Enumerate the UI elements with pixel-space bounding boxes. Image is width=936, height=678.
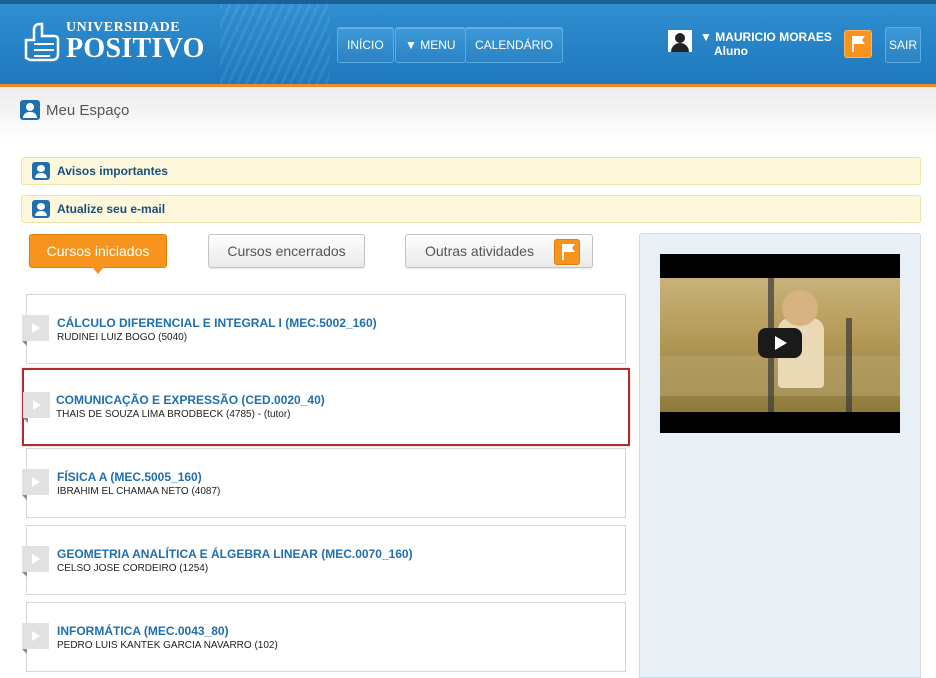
course-card[interactable]: INFORMÁTICA (MEC.0043_80) PEDRO LUIS KAN… bbox=[22, 602, 626, 672]
play-icon bbox=[22, 469, 49, 500]
course-title[interactable]: FÍSICA A (MEC.5005_160) bbox=[57, 470, 202, 484]
notice-label: Avisos importantes bbox=[57, 164, 168, 178]
course-teacher: PEDRO LUIS KANTEK GARCIA NAVARRO (102) bbox=[57, 640, 278, 651]
nav-menu-button[interactable]: ▼ MENU bbox=[395, 27, 466, 63]
header-decoration bbox=[220, 4, 330, 88]
course-title[interactable]: CÁLCULO DIFERENCIAL E INTEGRAL I (MEC.50… bbox=[57, 316, 377, 330]
course-title[interactable]: GEOMETRIA ANALÍTICA E ÁLGEBRA LINEAR (ME… bbox=[57, 547, 413, 561]
user-name: ▼ MAURICIO MORAES bbox=[700, 30, 832, 44]
course-teacher: IBRAHIM EL CHAMAA NETO (4087) bbox=[57, 486, 221, 497]
video-play-icon[interactable] bbox=[758, 328, 802, 358]
video-player[interactable] bbox=[660, 254, 900, 433]
tab-started-courses[interactable]: Cursos iniciados bbox=[29, 234, 167, 274]
logout-button[interactable]: SAIR bbox=[885, 27, 921, 63]
notice-update-email[interactable]: Atualize seu e-mail bbox=[21, 195, 921, 223]
title-bar bbox=[0, 87, 936, 142]
course-teacher: CELSO JOSE CORDEIRO (1254) bbox=[57, 563, 209, 574]
nav-home-button[interactable]: INÍCIO bbox=[337, 27, 394, 63]
tab-finished-courses[interactable]: Cursos encerrados bbox=[208, 234, 365, 268]
play-icon bbox=[22, 315, 49, 346]
flag-icon bbox=[554, 239, 580, 265]
course-title[interactable]: COMUNICAÇÃO E EXPRESSÃO (CED.0020_40) bbox=[56, 393, 325, 407]
course-card[interactable]: FÍSICA A (MEC.5005_160) IBRAHIM EL CHAMA… bbox=[22, 448, 626, 518]
user-icon bbox=[20, 100, 40, 120]
tab-other-activities[interactable]: Outras atividades bbox=[405, 234, 593, 268]
avatar bbox=[668, 30, 692, 52]
course-card[interactable]: GEOMETRIA ANALÍTICA E ÁLGEBRA LINEAR (ME… bbox=[22, 525, 626, 595]
user-icon bbox=[32, 200, 50, 218]
page-title: Meu Espaço bbox=[20, 100, 129, 120]
course-card[interactable]: CÁLCULO DIFERENCIAL E INTEGRAL I (MEC.50… bbox=[22, 294, 626, 364]
page-title-text: Meu Espaço bbox=[46, 101, 130, 119]
logo-line-2: POSITIVO bbox=[66, 33, 205, 64]
logo-hand-icon bbox=[24, 22, 60, 62]
logo-wordmark: UNIVERSIDADE POSITIVO bbox=[66, 21, 205, 63]
play-icon bbox=[23, 392, 50, 423]
user-icon bbox=[32, 162, 50, 180]
course-card-selected[interactable]: COMUNICAÇÃO E EXPRESSÃO (CED.0020_40) TH… bbox=[22, 368, 630, 446]
course-title[interactable]: INFORMÁTICA (MEC.0043_80) bbox=[57, 624, 229, 638]
course-teacher: RUDINEI LUIZ BOGO (5040) bbox=[57, 332, 188, 343]
notice-label: Atualize seu e-mail bbox=[57, 202, 166, 216]
user-role: Aluno bbox=[714, 44, 748, 58]
user-menu[interactable]: ▼ MAURICIO MORAES Aluno bbox=[668, 30, 832, 58]
nav-calendar-button[interactable]: CALENDÁRIO bbox=[465, 27, 564, 63]
tab-other-activities-label: Outras atividades bbox=[425, 243, 534, 259]
flag-icon bbox=[852, 36, 865, 52]
play-icon bbox=[22, 623, 49, 654]
course-teacher: THAIS DE SOUZA LIMA BRODBECK (4785) - (t… bbox=[56, 409, 291, 420]
notice-important[interactable]: Avisos importantes bbox=[21, 157, 921, 185]
play-icon bbox=[22, 546, 49, 577]
activities-flag-button[interactable] bbox=[844, 30, 872, 58]
user-info: ▼ MAURICIO MORAES Aluno bbox=[700, 30, 832, 58]
university-logo[interactable]: UNIVERSIDADE POSITIVO bbox=[20, 20, 205, 64]
